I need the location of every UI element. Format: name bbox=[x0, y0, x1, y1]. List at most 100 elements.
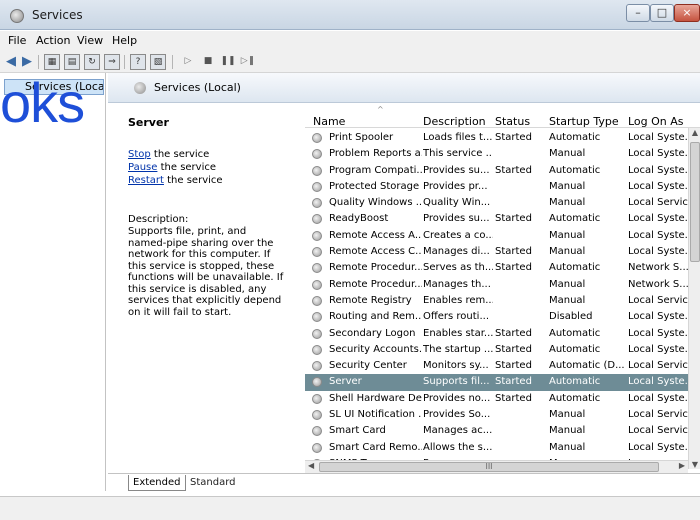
cell-status: Started bbox=[495, 262, 532, 274]
cell-log-on-as: Local Syste... bbox=[628, 148, 690, 160]
cell-startup-type: Manual bbox=[549, 409, 586, 421]
table-row[interactable]: Remote Access C... Manages di... Started Ma… bbox=[305, 244, 690, 260]
service-gear-icon bbox=[312, 263, 322, 274]
restart-service-icon[interactable]: ▷❚ bbox=[240, 54, 256, 70]
cell-name: Smart Card Remo... bbox=[329, 441, 422, 453]
selected-service-name: Server bbox=[128, 116, 169, 129]
table-row[interactable]: Remote Access A... Creates a co... Manual L… bbox=[305, 228, 690, 244]
scroll-up-icon[interactable]: ▲ bbox=[690, 128, 700, 137]
table-row[interactable]: Shell Hardware De... Provides no... Starte… bbox=[305, 391, 690, 407]
action-text: the service bbox=[157, 162, 217, 173]
show-hide-tree-icon[interactable]: ▦ bbox=[44, 54, 60, 70]
table-row[interactable]: Smart Card Manages ac... Manual Local Servi… bbox=[305, 423, 690, 439]
service-gear-icon bbox=[312, 230, 322, 241]
cell-startup-type: Automatic bbox=[549, 132, 601, 143]
tab-extended[interactable]: Extended bbox=[128, 475, 186, 491]
cell-startup-type: Automatic bbox=[549, 376, 601, 388]
menu-file[interactable]: File bbox=[8, 34, 26, 47]
restart-link[interactable]: Restart bbox=[128, 175, 164, 186]
export-list-icon[interactable]: ⇒ bbox=[104, 54, 120, 70]
table-row[interactable]: Smart Card Remo... Allows the s... Manual L… bbox=[305, 440, 690, 456]
cell-name: Remote Access A... bbox=[329, 229, 422, 241]
cell-log-on-as: Local Service bbox=[628, 425, 690, 437]
cell-status: Started bbox=[495, 327, 532, 339]
scroll-down-icon[interactable]: ▼ bbox=[690, 460, 700, 469]
pause-link[interactable]: Pause bbox=[128, 162, 157, 173]
menu-view[interactable]: View bbox=[77, 34, 103, 47]
table-row[interactable]: Remote Procedur... Manages th... Manual Net… bbox=[305, 277, 690, 293]
cell-description: Provides su... bbox=[423, 164, 490, 176]
horizontal-scroll-thumb[interactable]: III bbox=[319, 462, 659, 472]
cell-name: Secondary Logon bbox=[329, 327, 416, 339]
start-service-icon[interactable]: ▷ bbox=[180, 54, 196, 70]
refresh-icon[interactable]: ↻ bbox=[84, 54, 100, 70]
column-header-name[interactable]: Name bbox=[313, 115, 345, 128]
table-row[interactable]: Print Spooler Loads files t... Started Auto… bbox=[305, 130, 690, 146]
close-button[interactable]: × bbox=[674, 4, 700, 22]
window-title: Services bbox=[32, 8, 83, 22]
services-pane: Services (Local) Server Stop the service… bbox=[108, 73, 700, 493]
cell-startup-type: Manual bbox=[549, 229, 586, 241]
vertical-scroll-thumb[interactable] bbox=[690, 142, 700, 262]
minimize-button[interactable]: – bbox=[626, 4, 650, 22]
cell-description: Supports fil... bbox=[423, 376, 490, 388]
stop-link[interactable]: Stop bbox=[128, 149, 151, 160]
console-icon[interactable]: ▧ bbox=[150, 54, 166, 70]
table-row[interactable]: Remote Procedur... Serves as th... Started… bbox=[305, 260, 690, 276]
table-row[interactable]: Security Center Monitors sy... Started Auto… bbox=[305, 358, 690, 374]
table-row[interactable]: Server Supports fil... Started Automatic Loc… bbox=[305, 374, 690, 391]
cell-status: Started bbox=[495, 360, 532, 372]
tab-standard[interactable]: Standard bbox=[186, 475, 240, 491]
forward-arrow-icon[interactable]: ▶ bbox=[19, 54, 35, 70]
cell-name: SL UI Notification ... bbox=[329, 409, 422, 421]
back-arrow-icon[interactable]: ◀ bbox=[3, 54, 19, 70]
table-row[interactable]: Security Accounts... The startup ... Start… bbox=[305, 342, 690, 358]
column-header-startup-type[interactable]: Startup Type bbox=[549, 115, 619, 128]
service-gear-icon bbox=[312, 181, 322, 192]
horizontal-scrollbar[interactable]: ◀ III ▶ bbox=[305, 460, 688, 473]
table-row[interactable]: SL UI Notification ... Provides So... Manu… bbox=[305, 407, 690, 423]
pane-header: Services (Local) bbox=[108, 73, 700, 103]
service-gear-icon bbox=[312, 426, 322, 437]
cell-startup-type: Automatic (D... bbox=[549, 360, 625, 372]
menu-action[interactable]: Action bbox=[36, 34, 70, 47]
scroll-left-icon[interactable]: ◀ bbox=[308, 461, 314, 470]
service-actions: Stop the service Pause the service Resta… bbox=[128, 148, 286, 187]
service-gear-icon bbox=[312, 165, 322, 176]
column-header-description[interactable]: Description bbox=[423, 115, 486, 128]
cell-name: Smart Card bbox=[329, 425, 386, 437]
table-row[interactable]: Protected Storage Provides pr... Manual Loc… bbox=[305, 179, 690, 195]
table-row[interactable]: Remote Registry Enables rem... Manual Local… bbox=[305, 293, 690, 309]
table-row[interactable]: Problem Reports a... This service ... Manu… bbox=[305, 146, 690, 162]
cell-description: Serves as th... bbox=[423, 262, 493, 274]
cell-name: Remote Registry bbox=[329, 294, 412, 306]
vertical-scrollbar[interactable]: ▲ ▼ bbox=[688, 128, 700, 469]
cell-name: Remote Procedur... bbox=[329, 262, 422, 274]
cell-startup-type: Automatic bbox=[549, 213, 601, 225]
help-icon[interactable]: ? bbox=[130, 54, 146, 70]
stop-service-icon[interactable]: ■ bbox=[200, 54, 216, 70]
properties-icon[interactable]: ▤ bbox=[64, 54, 80, 70]
table-row[interactable]: Quality Windows ... Quality Win... Manual L… bbox=[305, 195, 690, 211]
service-gear-icon bbox=[312, 247, 322, 258]
column-header-status[interactable]: Status bbox=[495, 115, 530, 128]
scroll-right-icon[interactable]: ▶ bbox=[679, 461, 685, 470]
table-row[interactable]: Routing and Rem... Offers routi... Disable… bbox=[305, 309, 690, 325]
table-row[interactable]: Program Compati... Provides su... Started A… bbox=[305, 163, 690, 179]
cell-description: Provides So... bbox=[423, 409, 491, 421]
service-gear-icon bbox=[312, 295, 322, 306]
table-row[interactable]: ReadyBoost Provides su... Started Automatic… bbox=[305, 211, 690, 227]
cell-description: This service ... bbox=[423, 148, 493, 160]
cell-log-on-as: Local Syste... bbox=[628, 180, 690, 192]
pause-service-icon[interactable]: ❚❚ bbox=[220, 54, 236, 70]
table-row[interactable]: Secondary Logon Enables star... Started Aut… bbox=[305, 326, 690, 342]
maximize-button[interactable]: □ bbox=[650, 4, 674, 22]
services-app-icon bbox=[10, 9, 24, 23]
menu-help[interactable]: Help bbox=[112, 34, 137, 47]
cell-status: Started bbox=[495, 132, 532, 143]
cell-log-on-as: Local Syste... bbox=[628, 376, 690, 388]
column-header-log-on-as[interactable]: Log On As bbox=[628, 115, 684, 128]
cell-log-on-as: Local Service bbox=[628, 197, 690, 209]
pane-title: Services (Local) bbox=[154, 81, 241, 94]
cell-description: Monitors sy... bbox=[423, 360, 489, 372]
